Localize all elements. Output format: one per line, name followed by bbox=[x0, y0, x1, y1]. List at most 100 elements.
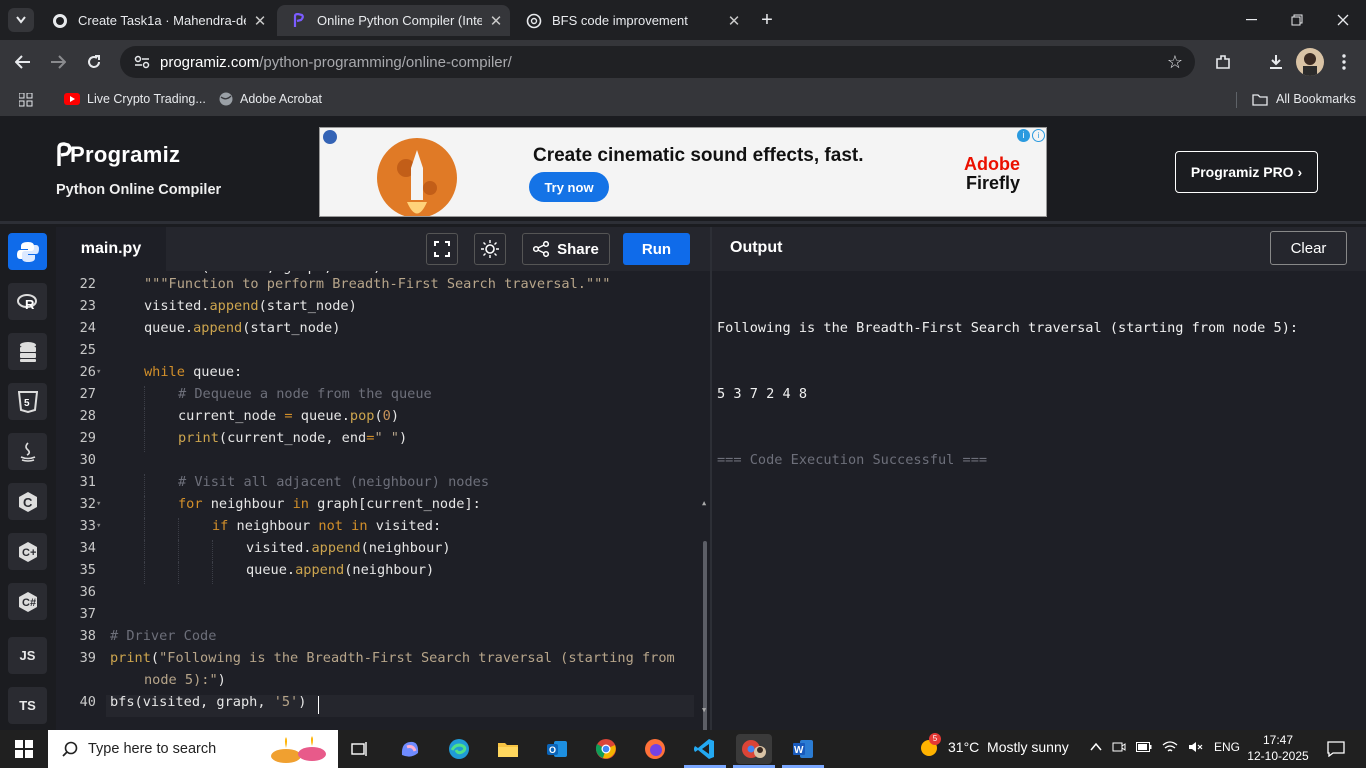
volume-muted-icon[interactable] bbox=[1188, 741, 1204, 753]
meet-now-icon[interactable] bbox=[1112, 740, 1126, 754]
close-icon[interactable]: ✕ bbox=[246, 12, 274, 30]
minimize-button[interactable] bbox=[1228, 0, 1274, 40]
code-token: = bbox=[284, 408, 293, 424]
downloads-button[interactable] bbox=[1261, 47, 1291, 77]
chrome-button[interactable] bbox=[588, 734, 624, 764]
svg-text:O: O bbox=[549, 745, 556, 755]
word-button[interactable]: W bbox=[785, 734, 821, 764]
fold-toggle-icon[interactable]: ▾ bbox=[96, 367, 101, 377]
start-button[interactable] bbox=[6, 734, 42, 764]
new-tab-button[interactable]: + bbox=[754, 8, 780, 32]
back-button[interactable] bbox=[8, 47, 38, 77]
firefox-icon bbox=[644, 738, 666, 760]
indent-guide bbox=[178, 540, 179, 562]
forward-button[interactable] bbox=[43, 47, 73, 77]
lang-sql[interactable] bbox=[8, 333, 47, 370]
theme-toggle-button[interactable] bbox=[474, 233, 506, 265]
clock[interactable]: 17:47 12-10-2025 bbox=[1244, 732, 1312, 764]
indent-guide bbox=[178, 562, 179, 584]
browser-toolbar: programiz.com /python-programming/online… bbox=[0, 40, 1366, 84]
ad-close-icon[interactable]: i bbox=[1032, 129, 1045, 142]
lang-python[interactable] bbox=[8, 233, 47, 270]
lang-ts[interactable]: TS bbox=[8, 687, 47, 724]
close-icon[interactable]: ✕ bbox=[482, 12, 510, 30]
code-line: visited.append(neighbour) bbox=[246, 540, 451, 556]
all-bookmarks-button[interactable]: All Bookmarks bbox=[1252, 92, 1356, 106]
code-token: (neighbour) bbox=[344, 562, 435, 578]
editor-scrollbar[interactable] bbox=[703, 541, 707, 730]
tab-search-button[interactable] bbox=[8, 8, 34, 32]
star-icon[interactable]: ☆ bbox=[1167, 52, 1183, 73]
task-view-button[interactable] bbox=[342, 734, 378, 764]
ad-info-icon[interactable]: i bbox=[1017, 129, 1030, 142]
lang-java[interactable] bbox=[8, 433, 47, 470]
tab-programiz[interactable]: Online Python Compiler (Interp ✕ bbox=[277, 5, 510, 36]
firefox-button[interactable] bbox=[637, 734, 673, 764]
site-info-icon[interactable] bbox=[134, 55, 150, 69]
extensions-button[interactable] bbox=[1208, 47, 1238, 77]
restore-button[interactable] bbox=[1274, 0, 1320, 40]
lang-r[interactable]: R bbox=[8, 283, 47, 320]
copilot-button[interactable] bbox=[392, 734, 428, 764]
lang-cpp[interactable]: C+ bbox=[8, 533, 47, 570]
puzzle-icon bbox=[1215, 54, 1231, 70]
profile-avatar[interactable] bbox=[1296, 48, 1324, 76]
tab-chatgpt[interactable]: BFS code improvement ✕ bbox=[512, 5, 748, 36]
close-icon[interactable]: ✕ bbox=[720, 12, 748, 30]
notifications-button[interactable] bbox=[1318, 734, 1354, 764]
code-token: while bbox=[144, 364, 185, 380]
programiz-pro-button[interactable]: Programiz PRO › bbox=[1175, 151, 1318, 193]
language-sidebar: R 5 C C+ C# JS TS bbox=[0, 227, 56, 730]
bookmark-live-crypto[interactable]: Live Crypto Trading... bbox=[64, 92, 206, 106]
chrome-profile-button[interactable] bbox=[736, 734, 772, 764]
lang-csharp[interactable]: C# bbox=[8, 583, 47, 620]
lang-c[interactable]: C bbox=[8, 483, 47, 520]
lang-js[interactable]: JS bbox=[8, 637, 47, 674]
vscode-button[interactable] bbox=[686, 734, 722, 764]
bookmark-adobe-acrobat[interactable]: Adobe Acrobat bbox=[219, 92, 322, 106]
fold-toggle-icon[interactable]: ▾ bbox=[96, 499, 101, 509]
line-number: 27 bbox=[79, 386, 96, 402]
fold-toggle-icon[interactable]: ▾ bbox=[96, 521, 101, 531]
code-token: ) bbox=[390, 408, 400, 424]
programiz-logo[interactable]: Programiz bbox=[56, 142, 180, 168]
advertisement-banner[interactable]: Create cinematic sound effects, fast. Tr… bbox=[319, 127, 1047, 217]
line-number: 32 bbox=[79, 496, 96, 512]
weather-widget[interactable]: 5 31°C Mostly sunny bbox=[918, 733, 1069, 758]
ad-cta-button[interactable]: Try now bbox=[529, 172, 609, 202]
taskbar-search-box[interactable]: Type here to search bbox=[48, 730, 338, 768]
svg-text:C: C bbox=[23, 495, 33, 510]
code-line: visited.append(start_node) bbox=[144, 298, 357, 314]
file-tab-main-py[interactable]: main.py bbox=[56, 227, 166, 271]
clear-button[interactable]: Clear bbox=[1270, 231, 1347, 265]
address-bar[interactable]: programiz.com /python-programming/online… bbox=[120, 46, 1195, 78]
code-editor[interactable]: def bfs(visited, graph, node): 22 """Func… bbox=[56, 271, 710, 730]
battery-icon[interactable] bbox=[1136, 742, 1152, 752]
menu-button[interactable] bbox=[1334, 48, 1354, 76]
close-window-button[interactable] bbox=[1320, 0, 1366, 40]
tab-github[interactable]: Create Task1a · Mahendra-deve ✕ bbox=[38, 5, 274, 36]
close-icon bbox=[1337, 14, 1349, 26]
fullscreen-button[interactable] bbox=[426, 233, 458, 265]
outlook-button[interactable]: O bbox=[539, 734, 575, 764]
output-panel: Output Clear Following is the Breadth-Fi… bbox=[710, 227, 1366, 730]
chevron-up-icon[interactable] bbox=[1090, 743, 1102, 751]
scroll-down-icon[interactable]: ▼ bbox=[702, 706, 706, 714]
code-line: for neighbour in graph[current_node]: bbox=[178, 496, 481, 512]
wifi-icon[interactable] bbox=[1162, 741, 1178, 753]
lang-html[interactable]: 5 bbox=[8, 383, 47, 420]
file-explorer-button[interactable] bbox=[490, 734, 526, 764]
code-token: visited. bbox=[144, 298, 210, 314]
minimize-icon bbox=[1245, 19, 1257, 21]
code-token: # Driver Code bbox=[110, 628, 217, 644]
share-button[interactable]: Share bbox=[522, 233, 610, 265]
run-button[interactable]: Run bbox=[623, 233, 690, 265]
folder-icon bbox=[497, 740, 519, 758]
input-language[interactable]: ENG bbox=[1214, 740, 1240, 754]
svg-text:C+: C+ bbox=[22, 547, 36, 559]
scroll-up-icon[interactable]: ▲ bbox=[702, 499, 706, 507]
reload-button[interactable] bbox=[79, 47, 109, 77]
edge-button[interactable] bbox=[441, 734, 477, 764]
apps-icon[interactable] bbox=[19, 93, 33, 107]
line-number: 36 bbox=[79, 584, 96, 600]
